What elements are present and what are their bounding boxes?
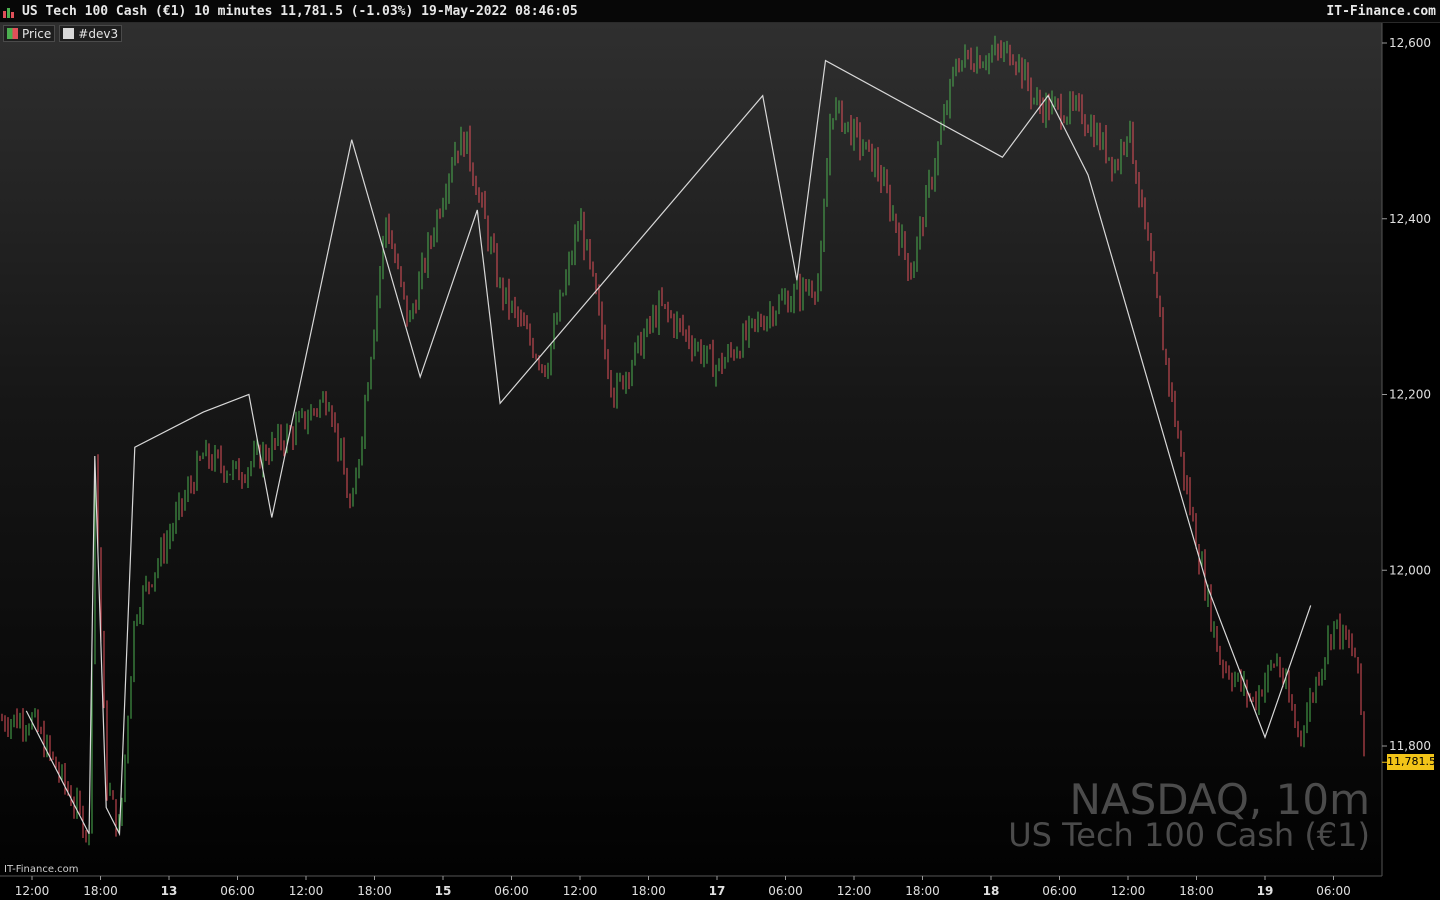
x-tick-label: 18 — [983, 884, 1000, 898]
x-tick-label: 06:00 — [220, 884, 255, 898]
y-tick-label: 12,400 — [1389, 212, 1431, 226]
last-price-tag: 11,781.5 — [1387, 754, 1436, 771]
zigzag-line — [25, 59, 1312, 837]
price-swatch-icon — [7, 28, 18, 39]
x-tick-label: 12:00 — [563, 884, 598, 898]
x-tick-label: 18:00 — [1179, 884, 1214, 898]
x-tick-label: 18:00 — [83, 884, 118, 898]
credit-text: IT-Finance.com — [4, 864, 79, 875]
x-tick-label: 06:00 — [1042, 884, 1077, 898]
y-tick-label: 12,600 — [1389, 36, 1431, 50]
x-tick-label: 13 — [161, 884, 178, 898]
legend-label-price: Price — [22, 26, 52, 41]
x-tick-label: 12:00 — [837, 884, 872, 898]
x-tick-label: 17 — [709, 884, 726, 898]
y-tick-label: 12,000 — [1389, 563, 1431, 577]
legend-label-dev3: #dev3 — [78, 26, 119, 41]
price-bars — [1, 35, 1365, 846]
chart-legend: Price #dev3 — [3, 25, 123, 42]
y-tick-label: 12,200 — [1389, 388, 1431, 402]
x-tick-label: 18:00 — [631, 884, 666, 898]
x-tick-label: 12:00 — [15, 884, 50, 898]
x-tick-label: 06:00 — [1316, 884, 1351, 898]
x-tick-label: 12:00 — [1111, 884, 1146, 898]
x-tick-label: 06:00 — [768, 884, 803, 898]
x-tick-label: 06:00 — [494, 884, 529, 898]
x-tick-label: 18:00 — [357, 884, 392, 898]
legend-item-price[interactable]: Price — [3, 25, 56, 42]
dev3-swatch-icon — [63, 28, 75, 39]
x-tick-label: 18:00 — [905, 884, 940, 898]
legend-item-dev3[interactable]: #dev3 — [59, 25, 123, 42]
watermark-instrument: US Tech 100 Cash (€1) — [1008, 816, 1370, 854]
x-tick-label: 15 — [435, 884, 452, 898]
y-tick-label: 11,800 — [1389, 739, 1431, 753]
price-chart[interactable]: 11,800 12,000 12,200 12,400 12,600 12:00 18:00… — [0, 0, 1440, 900]
x-tick-label: 12:00 — [289, 884, 324, 898]
x-tick-label: 19 — [1257, 884, 1274, 898]
